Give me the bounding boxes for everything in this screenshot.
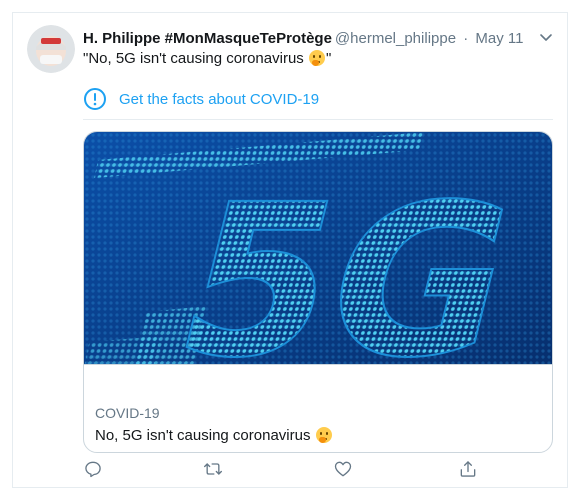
exclamation-circle-icon bbox=[83, 87, 107, 111]
covid-facts-link[interactable]: Get the facts about COVID-19 bbox=[83, 79, 553, 120]
share-icon[interactable] bbox=[458, 459, 478, 479]
covid-facts-label[interactable]: Get the facts about COVID-19 bbox=[119, 91, 319, 108]
thinking-face-icon bbox=[308, 50, 325, 66]
link-card[interactable]: 5G COVID-19 No, 5G isn't causing coronav… bbox=[83, 131, 553, 453]
author-name[interactable]: H. Philippe #MonMasqueTeProtège bbox=[83, 30, 332, 47]
tweet-header: H. Philippe #MonMasqueTeProtège @hermel_p… bbox=[83, 29, 523, 49]
card-title-text: No, 5G isn't causing coronavirus bbox=[95, 427, 311, 444]
reply-icon[interactable] bbox=[83, 459, 103, 479]
card-domain: COVID-19 bbox=[95, 405, 160, 421]
tweet-date[interactable]: May 11 bbox=[475, 30, 523, 47]
card-title: No, 5G isn't causing coronavirus bbox=[95, 427, 333, 444]
tweet-text: "No, 5G isn't causing coronavirus " bbox=[83, 49, 331, 69]
meta-separator: · bbox=[463, 30, 469, 47]
retweet-icon[interactable] bbox=[203, 459, 223, 479]
chevron-down-icon[interactable] bbox=[538, 29, 554, 45]
like-icon[interactable] bbox=[333, 459, 353, 479]
avatar[interactable] bbox=[27, 25, 75, 73]
thinking-face-icon bbox=[315, 427, 332, 443]
tweet-text-closing: " bbox=[325, 50, 332, 67]
tweet-card[interactable]: H. Philippe #MonMasqueTeProtège @hermel_p… bbox=[12, 12, 568, 488]
tweet-actions bbox=[83, 455, 483, 483]
tweet-text-main: "No, 5G isn't causing coronavirus bbox=[83, 50, 304, 67]
author-handle[interactable]: @hermel_philippe bbox=[335, 30, 456, 47]
card-info[interactable]: COVID-19 No, 5G isn't causing coronaviru… bbox=[84, 364, 552, 452]
card-image-text: 5G bbox=[156, 160, 535, 364]
card-image[interactable]: 5G bbox=[84, 132, 553, 364]
